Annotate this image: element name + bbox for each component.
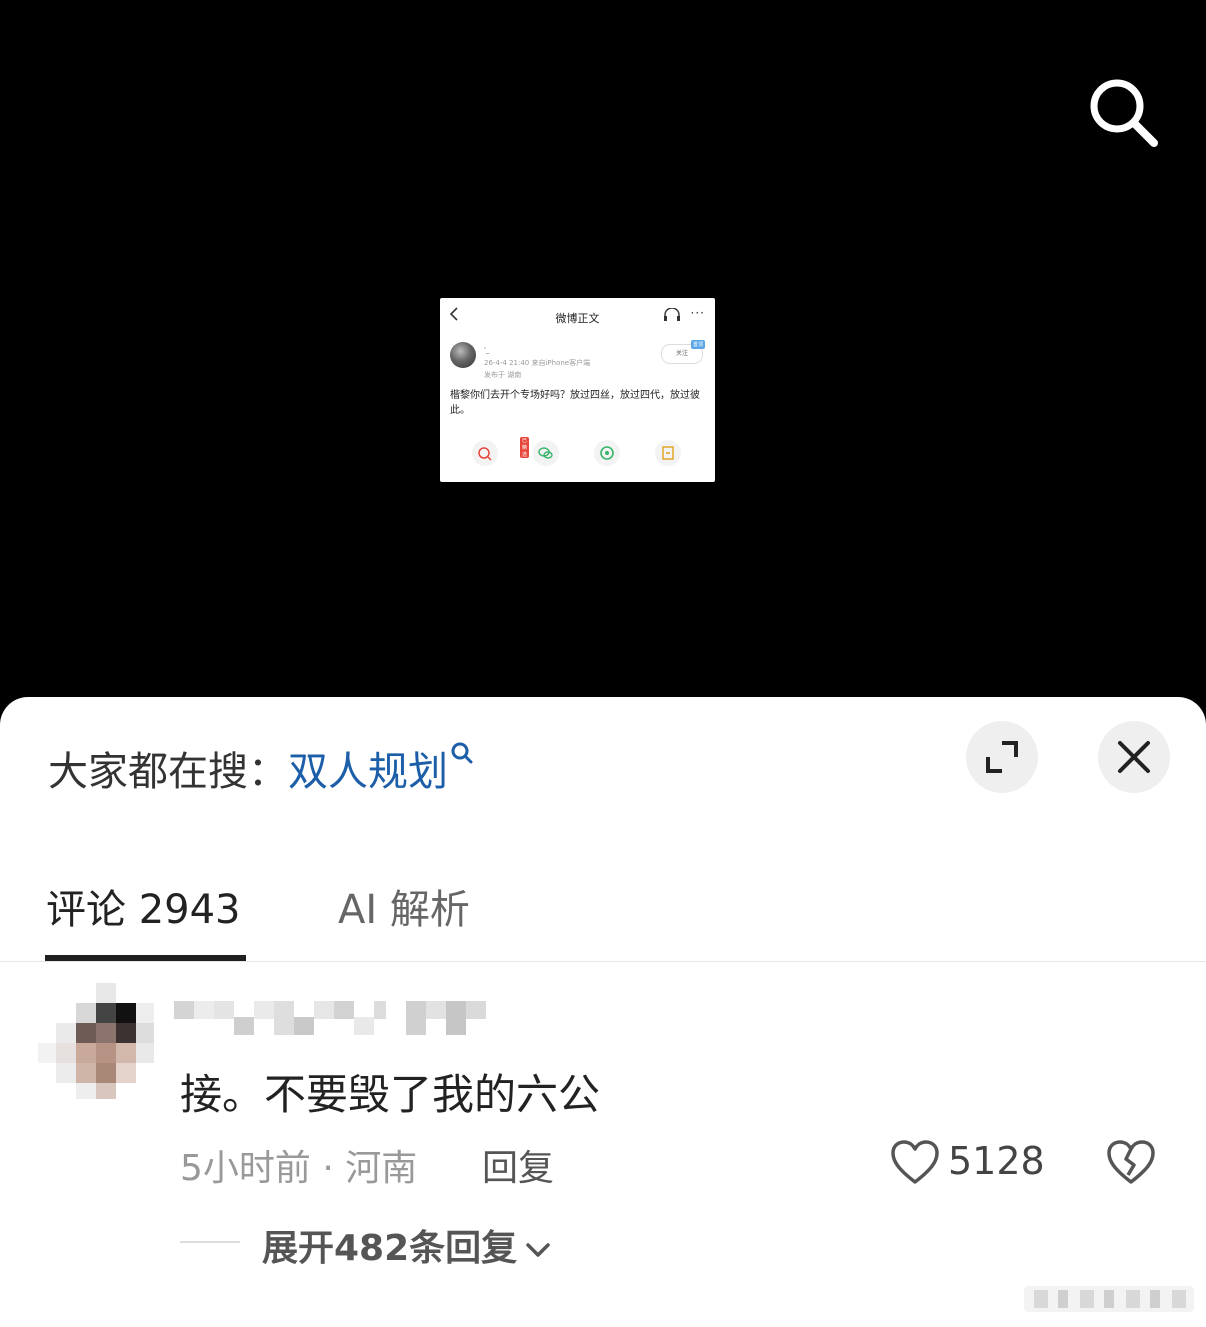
hot-search-bar[interactable]: 大家都在搜：双人规划: [48, 739, 476, 797]
search-icon[interactable]: [1085, 74, 1163, 152]
active-tab-indicator: [45, 955, 246, 961]
small-search-icon: [451, 742, 473, 764]
moments-share-icon: [594, 440, 620, 466]
more-icon: ···: [690, 306, 705, 320]
headphones-icon: [664, 308, 680, 321]
fullscreen-button[interactable]: [966, 721, 1038, 793]
commenter-name-mosaic[interactable]: [174, 997, 486, 1039]
close-button[interactable]: [1098, 721, 1170, 793]
broken-heart-icon[interactable]: [1106, 1139, 1156, 1187]
hot-search-prefix: 大家都在搜：: [48, 749, 288, 795]
commenter-avatar[interactable]: [38, 983, 154, 1099]
wechat-share-icon: [533, 440, 559, 466]
expand-divider: [180, 1241, 240, 1243]
pin-tag: 置顶: [690, 340, 705, 349]
comment-meta: 5小时前 · 河南: [180, 1148, 418, 1189]
chevron-down-icon: [526, 1243, 550, 1257]
selected-badge: 已精选: [520, 437, 530, 458]
post-time: 26-4-4 21:40 来自iPhone客户端: [484, 359, 591, 367]
post-body: 楷黎你们去开个专场好吗？放过四丝，放过四代，放过彼此。: [450, 390, 700, 416]
watermark-mosaic: [1024, 1286, 1194, 1312]
tab-bar: 评论 2943 AI 解析: [0, 867, 1206, 962]
save-image-icon: [655, 440, 681, 466]
post-avatar: [450, 342, 476, 368]
heart-icon: [891, 1140, 939, 1184]
hot-search-keyword[interactable]: 双人规划: [288, 749, 448, 795]
expand-replies-button[interactable]: 展开482条回复: [262, 1219, 551, 1271]
close-icon: [1118, 741, 1150, 773]
post-author: '_: [484, 346, 490, 354]
post-share-row: 已精选: [440, 437, 715, 470]
tab-ai-analysis[interactable]: AI 解析: [338, 877, 470, 935]
reply-button[interactable]: 回复: [482, 1139, 554, 1191]
media-area: 微博正文 ··· '_ 26-4-4 21:40 来自iPhone客户端 发布于…: [0, 0, 1206, 700]
post-location: 发布于 湖南: [484, 371, 522, 379]
embedded-post-screenshot[interactable]: 微博正文 ··· '_ 26-4-4 21:40 来自iPhone客户端 发布于…: [440, 298, 715, 482]
expand-replies-label: 展开482条回复: [262, 1228, 518, 1269]
comment-text: 接。不要毁了我的六公: [180, 1070, 601, 1119]
tab-comments[interactable]: 评论 2943: [46, 877, 241, 935]
like-count: 5128: [948, 1139, 1045, 1183]
expand-icon: [986, 741, 1018, 773]
comments-sheet: 大家都在搜：双人规划 评论 2943 AI 解析 接。不要毁了我的六公 5小时前…: [0, 697, 1206, 1327]
weibo-share-icon: 已精选: [472, 437, 530, 466]
